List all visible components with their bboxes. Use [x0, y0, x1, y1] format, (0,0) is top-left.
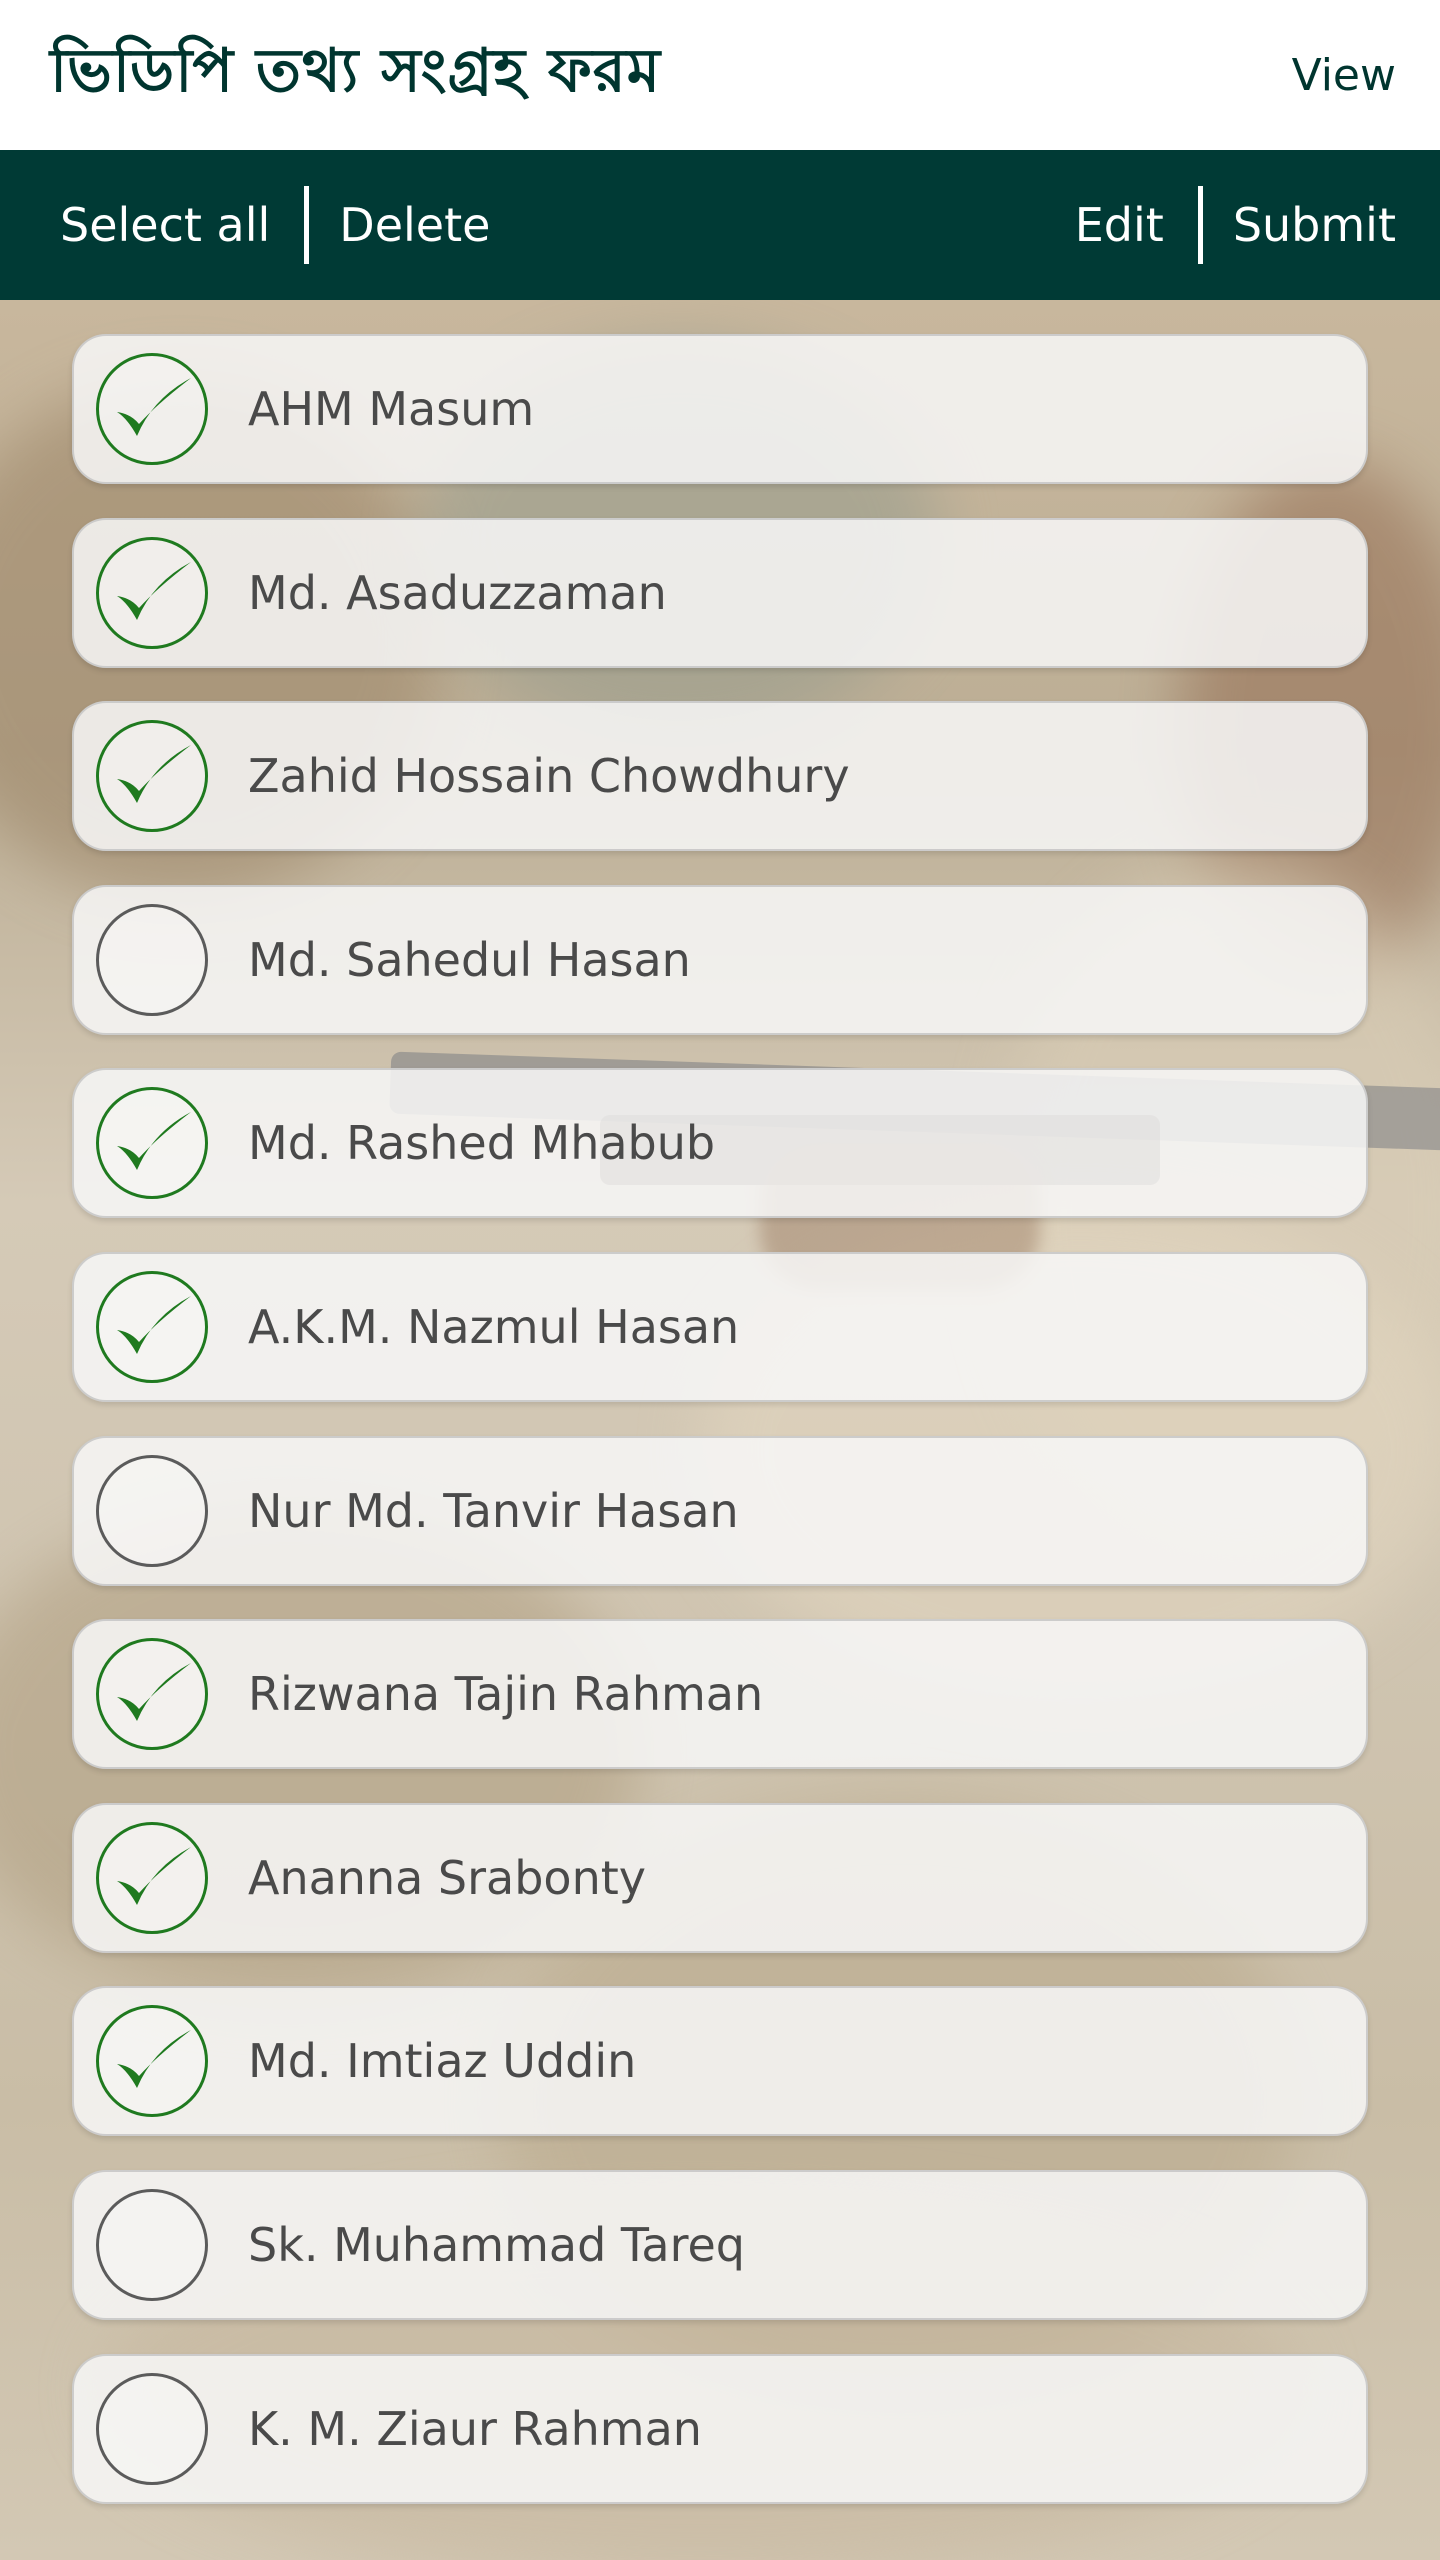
list-item[interactable]: AHM Masum — [72, 334, 1368, 484]
list-item[interactable]: Md. Rashed Mhabub — [72, 1068, 1368, 1219]
checkmark-icon — [117, 2030, 191, 2089]
member-name: A.K.M. Nazmul Hasan — [248, 1299, 740, 1354]
toolbar-right-group: Edit Submit — [1075, 150, 1396, 300]
action-toolbar: Select all Delete Edit Submit — [0, 150, 1440, 300]
checkmark-icon — [117, 1112, 191, 1171]
checkmark-icon — [117, 1846, 191, 1905]
list-item[interactable]: Zahid Hossain Chowdhury — [72, 701, 1368, 852]
list-item[interactable]: Rizwana Tajin Rahman — [72, 1619, 1368, 1770]
checkmark-icon — [117, 745, 191, 804]
member-name: Md. Imtiaz Uddin — [248, 2034, 637, 2089]
member-name: Ananna Srabonty — [248, 1850, 646, 1905]
list-item[interactable]: Md. Sahedul Hasan — [72, 884, 1368, 1035]
select-all-button[interactable]: Select all — [60, 198, 270, 252]
list-item[interactable]: Sk. Muhammad Tareq — [72, 2169, 1368, 2320]
list-item[interactable]: A.K.M. Nazmul Hasan — [72, 1251, 1368, 1402]
checked-checkbox[interactable] — [96, 353, 208, 465]
list-item[interactable]: Md. Asaduzzaman — [72, 517, 1368, 668]
member-name: Sk. Muhammad Tareq — [248, 2217, 745, 2272]
member-name: AHM Masum — [248, 382, 535, 436]
toolbar-divider — [304, 186, 310, 264]
checked-checkbox[interactable] — [96, 1270, 208, 1383]
member-list: AHM Masum Md. Asaduzzaman Zahid Hossain Ch… — [72, 334, 1368, 2537]
checked-checkbox[interactable] — [96, 1638, 208, 1751]
checkmark-icon — [117, 561, 191, 620]
unchecked-checkbox[interactable] — [96, 2188, 208, 2301]
checked-checkbox[interactable] — [96, 2005, 208, 2118]
unchecked-checkbox[interactable] — [96, 1454, 208, 1567]
member-name: Md. Sahedul Hasan — [248, 932, 691, 987]
edit-button[interactable]: Edit — [1075, 198, 1164, 252]
checkmark-icon — [117, 1295, 191, 1354]
unchecked-checkbox[interactable] — [96, 903, 208, 1016]
checked-checkbox[interactable] — [96, 1821, 208, 1934]
unchecked-checkbox[interactable] — [96, 2372, 208, 2485]
member-name: Nur Md. Tanvir Hasan — [248, 1483, 739, 1538]
member-name: K. M. Ziaur Rahman — [248, 2401, 702, 2456]
view-button[interactable]: View — [1292, 50, 1396, 101]
delete-button[interactable]: Delete — [339, 198, 490, 252]
toolbar-left-group: Select all Delete — [60, 150, 490, 300]
checked-checkbox[interactable] — [96, 720, 208, 833]
member-name: Md. Asaduzzaman — [248, 565, 667, 620]
list-item[interactable]: Nur Md. Tanvir Hasan — [72, 1435, 1368, 1586]
member-name: Zahid Hossain Chowdhury — [248, 749, 850, 804]
page-title: ভিডিপি তথ্য সংগ্রহ ফরম — [50, 36, 662, 106]
list-item[interactable]: Ananna Srabonty — [72, 1802, 1368, 1953]
checkmark-icon — [117, 1663, 191, 1722]
member-name: Md. Rashed Mhabub — [248, 1116, 716, 1171]
list-item[interactable]: Md. Imtiaz Uddin — [72, 1986, 1368, 2137]
checked-checkbox[interactable] — [96, 536, 208, 649]
toolbar-divider — [1197, 186, 1203, 264]
checked-checkbox[interactable] — [96, 1087, 208, 1200]
checkmark-icon — [117, 378, 191, 436]
app-header: ভিডিপি তথ্য সংগ্রহ ফরম View — [0, 0, 1440, 150]
list-item[interactable]: K. M. Ziaur Rahman — [72, 2353, 1368, 2504]
member-name: Rizwana Tajin Rahman — [248, 1667, 764, 1722]
submit-button[interactable]: Submit — [1233, 198, 1396, 252]
